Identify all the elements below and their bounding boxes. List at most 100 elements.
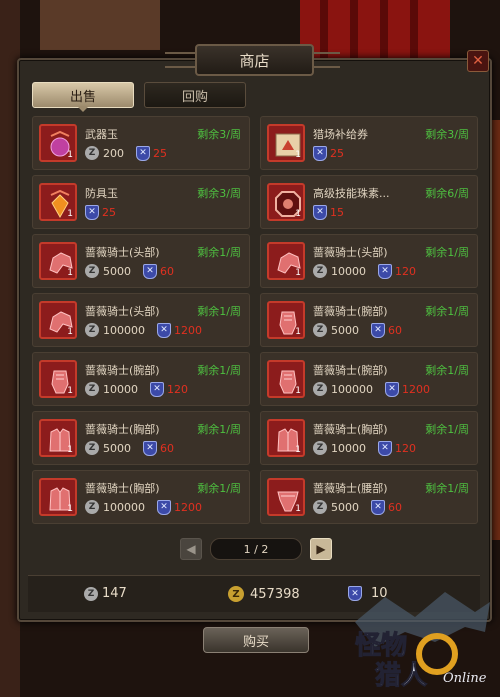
item-name: 蔷薇骑士(腕部) [313,305,388,318]
buy-button[interactable]: 购买 [203,627,309,653]
shop-item[interactable]: 1 蔷薇骑士(头部) 剩余1/周 Z 100000 ✕ 1200 [32,293,250,347]
shop-item[interactable]: 1 蔷薇骑士(胸部) 剩余1/周 Z 5000 ✕ 60 [32,411,250,465]
shop-item[interactable]: 1 猎场补给券 剩余3/周 ✕ 25 [260,116,478,170]
zeny-icon: Z [313,264,327,278]
item-name: 高级技能珠素... [313,187,390,200]
medal-icon: ✕ [150,381,164,397]
item-zeny-price: 100000 [103,323,145,337]
orb-icon: 1 [39,124,77,162]
tab-pointer [77,106,89,112]
item-name: 蔷薇骑士(胸部) [85,423,160,436]
item-quantity: 1 [295,150,301,160]
window-title: 商店 [195,44,314,76]
item-name: 蔷薇骑士(头部) [313,246,388,259]
item-name: 蔷薇骑士(腰部) [313,482,388,495]
item-quantity: 1 [67,150,73,160]
octagon-jewel-icon: 1 [267,183,305,221]
shop-item[interactable]: 1 蔷薇骑士(腰部) 剩余1/周 Z 5000 ✕ 60 [260,470,478,524]
item-medal-price: 60 [160,264,174,278]
item-prices: ✕ 25 [313,145,344,161]
close-icon[interactable]: ✕ [467,50,489,72]
zeny-icon: Z [313,382,327,396]
item-name: 猎场补给券 [313,128,368,141]
item-remaining: 剩余3/周 [425,128,469,141]
item-prices: Z 10000 ✕ 120 [85,381,188,397]
item-remaining: 剩余3/周 [197,128,241,141]
gauntlet-icon: 1 [267,360,305,398]
item-zeny-price: 200 [103,146,124,160]
gauntlet-icon: 1 [39,360,77,398]
item-zeny-price: 10000 [103,382,138,396]
prev-page-icon[interactable]: ◀ [180,538,202,560]
item-prices: Z 100000 ✕ 1200 [85,322,202,338]
item-zeny-price: 100000 [331,382,373,396]
shop-item[interactable]: 1 蔷薇骑士(腕部) 剩余1/周 Z 10000 ✕ 120 [32,352,250,406]
item-medal-price: 120 [167,382,188,396]
zeny-silver-icon: Z [84,586,98,601]
item-zeny-price: 5000 [103,441,131,455]
item-quantity: 1 [67,445,73,455]
item-remaining: 剩余1/周 [197,364,241,377]
zeny-icon: Z [85,382,99,396]
item-medal-price: 1200 [174,323,202,337]
medal-icon: ✕ [143,440,157,456]
shop-item[interactable]: 1 蔷薇骑士(头部) 剩余1/周 Z 5000 ✕ 60 [32,234,250,288]
item-prices: Z 200 ✕ 25 [85,145,167,161]
item-remaining: 剩余1/周 [197,246,241,259]
item-name: 武器玉 [85,128,118,141]
item-quantity: 1 [295,386,301,396]
item-medal-price: 60 [388,500,402,514]
item-quantity: 1 [295,445,301,455]
shop-item[interactable]: 1 蔷薇骑士(腕部) 剩余1/周 Z 100000 ✕ 1200 [260,352,478,406]
item-quantity: 1 [67,327,73,337]
item-quantity: 1 [67,386,73,396]
wallet-silver: Z 147 [84,586,127,601]
tab-sell[interactable]: 出售 [32,82,134,108]
item-medal-price: 25 [330,146,344,160]
item-quantity: 1 [67,268,73,278]
item-prices: ✕ 25 [85,204,116,220]
item-name: 蔷薇骑士(头部) [85,305,160,318]
medal-icon: ✕ [136,145,150,161]
item-remaining: 剩余1/周 [197,305,241,318]
item-quantity: 1 [67,504,73,514]
shop-item[interactable]: 1 防具玉 剩余3/周 ✕ 25 [32,175,250,229]
item-prices: Z 5000 ✕ 60 [85,440,174,456]
zeny-icon: Z [313,441,327,455]
item-remaining: 剩余1/周 [425,364,469,377]
shop-item[interactable]: 1 蔷薇骑士(胸部) 剩余1/周 Z 10000 ✕ 120 [260,411,478,465]
ticket-icon: 1 [267,124,305,162]
medal-icon: ✕ [385,381,399,397]
item-zeny-price: 10000 [331,264,366,278]
shop-item[interactable]: 1 蔷薇骑士(胸部) 剩余1/周 Z 100000 ✕ 1200 [32,470,250,524]
medal-icon: ✕ [313,145,327,161]
game-logo: 怪物 猎人 Online [355,592,490,692]
item-remaining: 剩余1/周 [197,482,241,495]
item-name: 防具玉 [85,187,118,200]
svg-text:猎人: 猎人 [375,661,427,691]
shop-item[interactable]: 1 蔷薇骑士(头部) 剩余1/周 Z 10000 ✕ 120 [260,234,478,288]
svg-text:Online: Online [443,671,487,686]
item-name: 蔷薇骑士(腕部) [85,364,160,377]
shop-item[interactable]: 1 蔷薇骑士(腕部) 剩余1/周 Z 5000 ✕ 60 [260,293,478,347]
next-page-icon[interactable]: ▶ [310,538,332,560]
title-ornament-right [310,52,340,68]
medal-icon: ✕ [85,204,99,220]
item-name: 蔷薇骑士(胸部) [313,423,388,436]
zeny-icon: Z [85,146,99,160]
item-prices: Z 100000 ✕ 1200 [313,381,430,397]
window-title-text: 商店 [239,51,270,70]
item-medal-price: 120 [395,264,416,278]
shop-item[interactable]: 1 武器玉 剩余3/周 Z 200 ✕ 25 [32,116,250,170]
shop-item[interactable]: 1 高级技能珠素... 剩余6/周 ✕ 15 [260,175,478,229]
item-name: 蔷薇骑士(头部) [85,246,160,259]
item-quantity: 1 [295,268,301,278]
tab-buyback[interactable]: 回购 [144,82,246,108]
item-remaining: 剩余6/周 [425,187,469,200]
title-ornament-left [165,52,195,68]
helmet-icon: 1 [267,242,305,280]
item-remaining: 剩余1/周 [425,482,469,495]
zeny-icon: Z [313,500,327,514]
item-zeny-price: 5000 [103,264,131,278]
zeny-gold-icon: Z [228,586,244,602]
